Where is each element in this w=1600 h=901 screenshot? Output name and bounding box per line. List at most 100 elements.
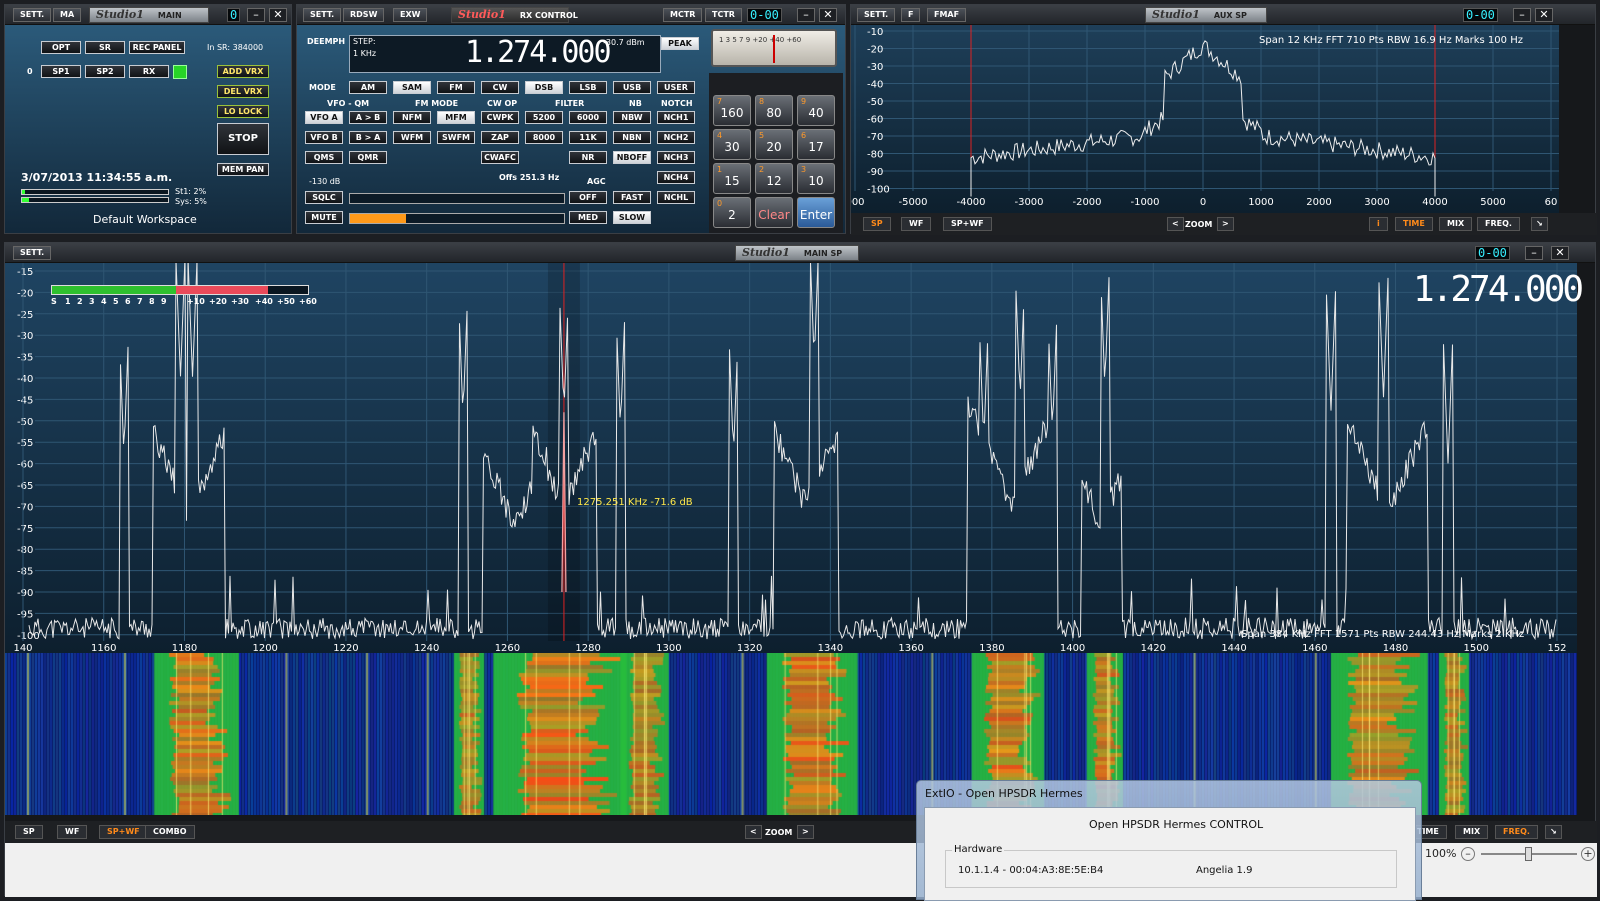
agc-fast-button[interactable]: FAST xyxy=(613,191,651,204)
keypad-key-30[interactable]: 4 30 xyxy=(713,129,751,160)
sr-button[interactable]: SR xyxy=(85,41,125,54)
b-to-a-button[interactable]: B > A xyxy=(349,131,387,144)
mode-user-button[interactable]: USER xyxy=(657,81,695,94)
aux-zoom-out-button[interactable]: < xyxy=(1167,217,1184,231)
mem-pan-button[interactable]: MEM PAN xyxy=(217,163,269,176)
aux-wf-button[interactable]: WF xyxy=(901,217,932,231)
volume-slider[interactable] xyxy=(349,213,565,224)
aux-mix-button[interactable]: MIX xyxy=(1439,217,1473,231)
agc-slow-button[interactable]: SLOW xyxy=(613,211,651,224)
mode-am-button[interactable]: AM xyxy=(349,81,387,94)
filter-11k-button[interactable]: 11K xyxy=(569,131,607,144)
zoom-minus-icon[interactable]: – xyxy=(1461,847,1475,861)
keypad-clear-button[interactable]: Clear xyxy=(755,197,793,228)
keypad-key-17[interactable]: 6 17 xyxy=(797,129,835,160)
main-ma-button[interactable]: MA xyxy=(53,8,82,22)
rx-close-icon[interactable]: ✕ xyxy=(819,8,837,22)
mute-button[interactable]: MUTE xyxy=(305,211,343,224)
vfo-a-button[interactable]: VFO A xyxy=(305,111,343,124)
wfm-button[interactable]: WFM xyxy=(393,131,431,144)
rdsw-button[interactable]: RDSW xyxy=(343,8,385,22)
keypad-key-160[interactable]: 7 160 xyxy=(713,95,751,126)
keypad-key-20[interactable]: 5 20 xyxy=(755,129,793,160)
filter-8000-button[interactable]: 8000 xyxy=(525,131,563,144)
keypad-key-80[interactable]: 8 80 xyxy=(755,95,793,126)
aux-freq-button[interactable]: FREQ. xyxy=(1477,217,1520,231)
mainsp-zoom-out-button[interactable]: < xyxy=(745,825,762,839)
keypad-key-12[interactable]: 2 12 xyxy=(755,163,793,194)
exw-button[interactable]: EXW xyxy=(393,8,428,22)
keypad-key-10[interactable]: 3 10 xyxy=(797,163,835,194)
mctr-button[interactable]: MCTR xyxy=(663,8,703,22)
aux-sp-button[interactable]: SP xyxy=(863,217,891,231)
qms-button[interactable]: QMS xyxy=(305,151,343,164)
aux-info-button[interactable]: i xyxy=(1369,217,1388,231)
sqlc-button[interactable]: SQLC xyxy=(305,191,343,204)
agc-off-button[interactable]: OFF xyxy=(569,191,607,204)
nch2-button[interactable]: NCH2 xyxy=(657,131,695,144)
aux-spwf-button[interactable]: SP+WF xyxy=(943,217,992,231)
swfm-button[interactable]: SWFM xyxy=(437,131,475,144)
aux-resize-icon[interactable]: ↘ xyxy=(1531,217,1548,231)
rx-button[interactable]: RX xyxy=(129,65,169,78)
mode-dsb-button[interactable]: DSB xyxy=(525,81,563,94)
a-to-b-button[interactable]: A > B xyxy=(349,111,387,124)
mainsp-resize-icon[interactable]: ↘ xyxy=(1545,825,1562,839)
mainsp-minimize-icon[interactable]: – xyxy=(1525,246,1543,260)
nr-button[interactable]: NR xyxy=(569,151,607,164)
mainsp-mix-button[interactable]: MIX xyxy=(1455,825,1489,839)
nbn-button[interactable]: NBN xyxy=(613,131,651,144)
mode-sam-button[interactable]: SAM xyxy=(393,81,431,94)
mainsp-combo-button[interactable]: COMBO xyxy=(145,825,195,839)
sp1-button[interactable]: SP1 xyxy=(41,65,81,78)
fmaf-button[interactable]: FMAF xyxy=(927,8,967,22)
aux-f-button[interactable]: F xyxy=(901,8,921,22)
tctr-button[interactable]: TCTR xyxy=(705,8,742,22)
qmr-button[interactable]: QMR xyxy=(349,151,387,164)
keypad-key-40[interactable]: 9 40 xyxy=(797,95,835,126)
nbw-button[interactable]: NBW xyxy=(613,111,651,124)
lo-lock-button[interactable]: LO LOCK xyxy=(217,105,269,118)
mfm-button[interactable]: MFM xyxy=(437,111,475,124)
aux-sett-button[interactable]: SETT. xyxy=(857,8,896,22)
aux-time-button[interactable]: TIME xyxy=(1395,217,1433,231)
aux-spectrum[interactable]: -10 -20 -30 -40 -50 -60 -70 -80 -90 -100000 -5000 -… xyxy=(851,25,1559,213)
rec-panel-button[interactable]: REC PANEL xyxy=(129,41,185,54)
zoom-slider[interactable] xyxy=(1481,847,1577,861)
stop-button[interactable]: STOP xyxy=(217,123,269,155)
main-minimize-icon[interactable]: – xyxy=(247,8,265,22)
nfm-button[interactable]: NFM xyxy=(393,111,431,124)
keypad-key-15[interactable]: 1 15 xyxy=(713,163,751,194)
main-spectrum[interactable]: -15 -20 -25 -30 -35 -40 -45 -50 -55 -60 -65 -70 -75 -… xyxy=(5,263,1584,653)
add-vrx-button[interactable]: ADD VRX xyxy=(217,65,269,78)
squelch-slider[interactable] xyxy=(349,193,565,204)
filter-6000-button[interactable]: 6000 xyxy=(569,111,607,124)
zoom-thumb[interactable] xyxy=(1525,847,1532,861)
zap-button[interactable]: ZAP xyxy=(481,131,519,144)
rx-minimize-icon[interactable]: – xyxy=(797,8,815,22)
mainsp-spwf-button[interactable]: SP+WF xyxy=(99,825,148,839)
nch3-button[interactable]: NCH3 xyxy=(657,151,695,164)
del-vrx-button[interactable]: DEL VRX xyxy=(217,85,269,98)
filter-5200-button[interactable]: 5200 xyxy=(525,111,563,124)
nboff-button[interactable]: NBOFF xyxy=(613,151,651,164)
zoom-plus-icon[interactable]: + xyxy=(1581,847,1595,861)
vfo-b-button[interactable]: VFO B xyxy=(305,131,343,144)
sp2-button[interactable]: SP2 xyxy=(85,65,125,78)
main-sett-button[interactable]: SETT. xyxy=(13,8,52,22)
mainsp-freq-button[interactable]: FREQ. xyxy=(1495,825,1538,839)
nch4-button[interactable]: NCH4 xyxy=(657,171,695,184)
mainsp-close-icon[interactable]: ✕ xyxy=(1551,246,1569,260)
mainsp-zoom-in-button[interactable]: > xyxy=(797,825,814,839)
mainsp-sp-button[interactable]: SP xyxy=(15,825,43,839)
mode-cw-button[interactable]: CW xyxy=(481,81,519,94)
main-close-icon[interactable]: ✕ xyxy=(269,8,287,22)
nchl-button[interactable]: NCHL xyxy=(657,191,695,204)
nch1-button[interactable]: NCH1 xyxy=(657,111,695,124)
mode-fm-button[interactable]: FM xyxy=(437,81,475,94)
aux-minimize-icon[interactable]: – xyxy=(1513,8,1531,22)
aux-close-icon[interactable]: ✕ xyxy=(1535,8,1553,22)
opt-button[interactable]: OPT xyxy=(41,41,81,54)
cwpk-button[interactable]: CWPK xyxy=(481,111,519,124)
mainsp-sett-button[interactable]: SETT. xyxy=(13,246,52,260)
